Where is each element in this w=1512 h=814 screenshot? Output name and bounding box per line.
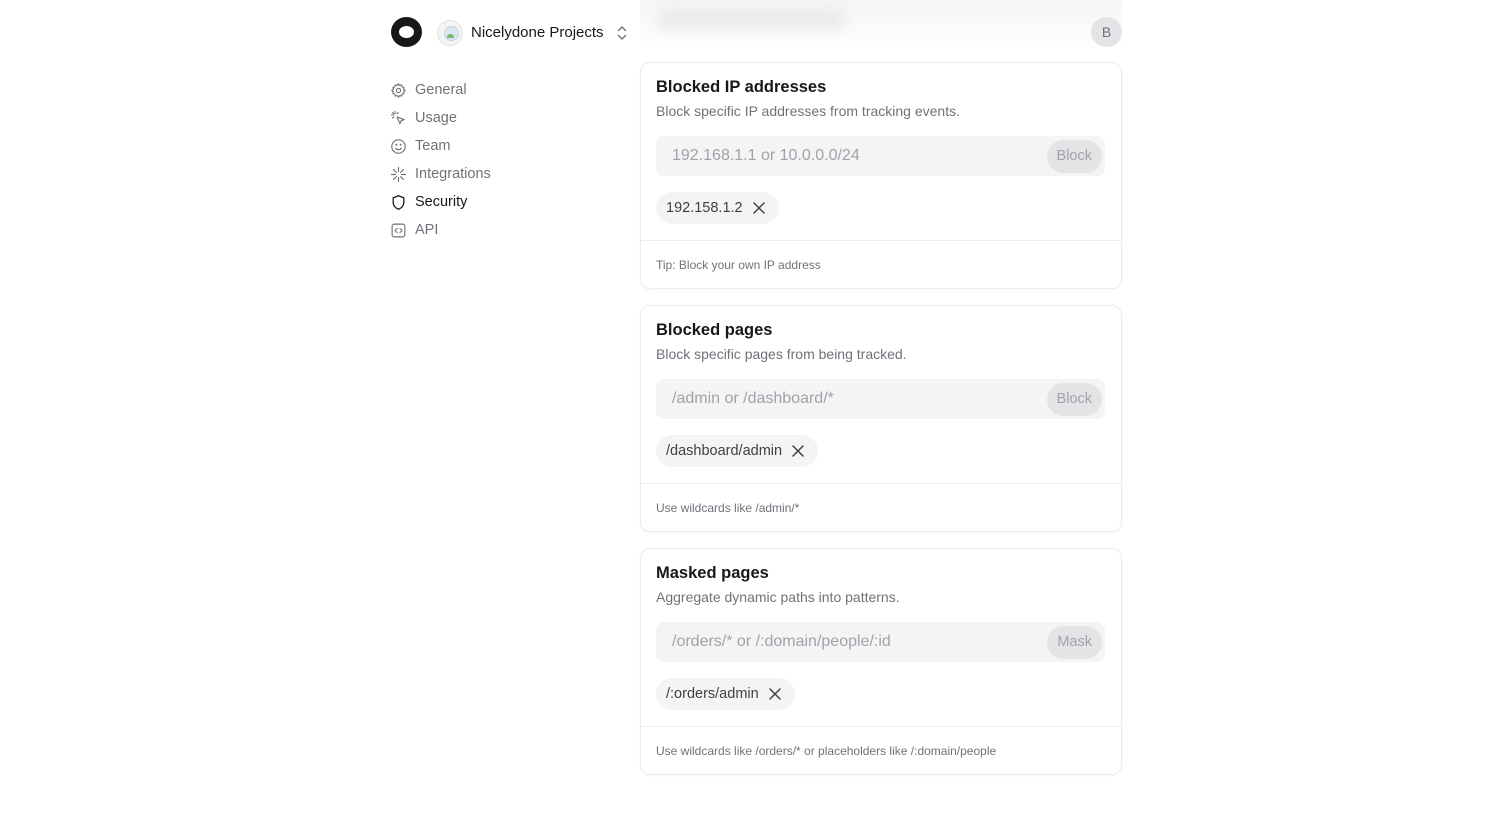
masked-page-chip: /:orders/admin [656,678,795,710]
project-avatar [437,19,463,46]
card-footer: Use wildcards like /admin/* [641,483,1121,531]
chip-label: 192.158.1.2 [666,200,743,216]
blocked-page-input[interactable] [672,390,1047,408]
project-switcher[interactable]: Nicelydone Projects [437,19,628,46]
code-icon [391,223,406,237]
card-description: Block specific IP addresses from trackin… [656,103,960,119]
sidebar-item-label: Team [415,138,451,154]
card-hint: Tip: Block your own IP address [656,257,821,272]
blocked-ip-list: 192.158.1.2 [656,192,1105,224]
card-footer: Use wildcards like /orders/* or placehol… [641,726,1121,774]
sidebar-item-api[interactable]: API [390,216,610,244]
card-description: Block specific pages from being tracked. [656,346,907,362]
card-hint: Use wildcards like /orders/* or placehol… [656,743,997,758]
card-footer: Tip: Block your own IP address [641,240,1121,288]
remove-chip-button[interactable] [765,684,785,704]
close-icon [768,688,781,700]
block-ip-button[interactable]: Block [1046,139,1102,173]
blocked-ip-card: Blocked IP addresses Block specific IP a… [640,62,1122,289]
blocked-page-list: /dashboard/admin [656,435,1105,467]
blocked-ip-chip: 192.158.1.2 [656,192,779,224]
card-title: Blocked IP addresses [656,78,827,96]
mask-page-button[interactable]: Mask [1047,625,1102,659]
sidebar-item-label: General [415,82,467,98]
page-input-row: Block [656,379,1105,419]
sidebar-item-security[interactable]: Security [390,188,610,216]
blurred-header-overlay [640,0,1122,50]
ip-input-row: Block [656,136,1105,176]
chevron-up-down-icon [617,25,626,40]
chip-label: /dashboard/admin [666,443,783,459]
gear-icon [391,82,406,98]
mask-input-row: Mask [656,622,1105,662]
masked-page-input[interactable] [672,633,1048,651]
chip-label: /:orders/admin [666,686,759,702]
sidebar-item-team[interactable]: Team [390,132,610,160]
sidebar-item-label: Security [415,194,468,210]
ip-address-input[interactable] [672,147,1047,165]
settings-sidebar: General Usage Team Integrations Security [390,76,610,244]
cursor-click-icon [390,110,405,124]
sidebar-item-usage[interactable]: Usage [390,104,610,132]
sidebar-item-integrations[interactable]: Integrations [390,160,610,188]
close-icon [752,202,765,214]
remove-chip-button[interactable] [749,198,769,218]
block-page-button[interactable]: Block [1046,382,1102,416]
sidebar-item-label: Usage [415,110,457,126]
card-description: Aggregate dynamic paths into patterns. [656,589,900,605]
card-title: Masked pages [656,564,769,582]
sidebar-item-label: Integrations [415,166,491,182]
card-title: Blocked pages [656,321,773,339]
masked-pages-card: Masked pages Aggregate dynamic paths int… [640,548,1122,775]
smiley-icon [391,138,406,154]
app-logo[interactable] [391,17,422,47]
project-name: Nicelydone Projects [471,24,604,41]
masked-page-list: /:orders/admin [656,678,1105,710]
blocked-page-chip: /dashboard/admin [656,435,819,467]
card-hint: Use wildcards like /admin/* [656,500,800,515]
blocked-pages-card: Blocked pages Block specific pages from … [640,305,1122,532]
remove-chip-button[interactable] [788,441,808,461]
sidebar-item-general[interactable]: General [390,76,610,104]
close-icon [792,445,804,457]
user-avatar[interactable]: B [1091,17,1122,47]
sparkle-icon [390,166,407,182]
sidebar-item-label: API [415,222,439,238]
shield-icon [392,194,405,210]
